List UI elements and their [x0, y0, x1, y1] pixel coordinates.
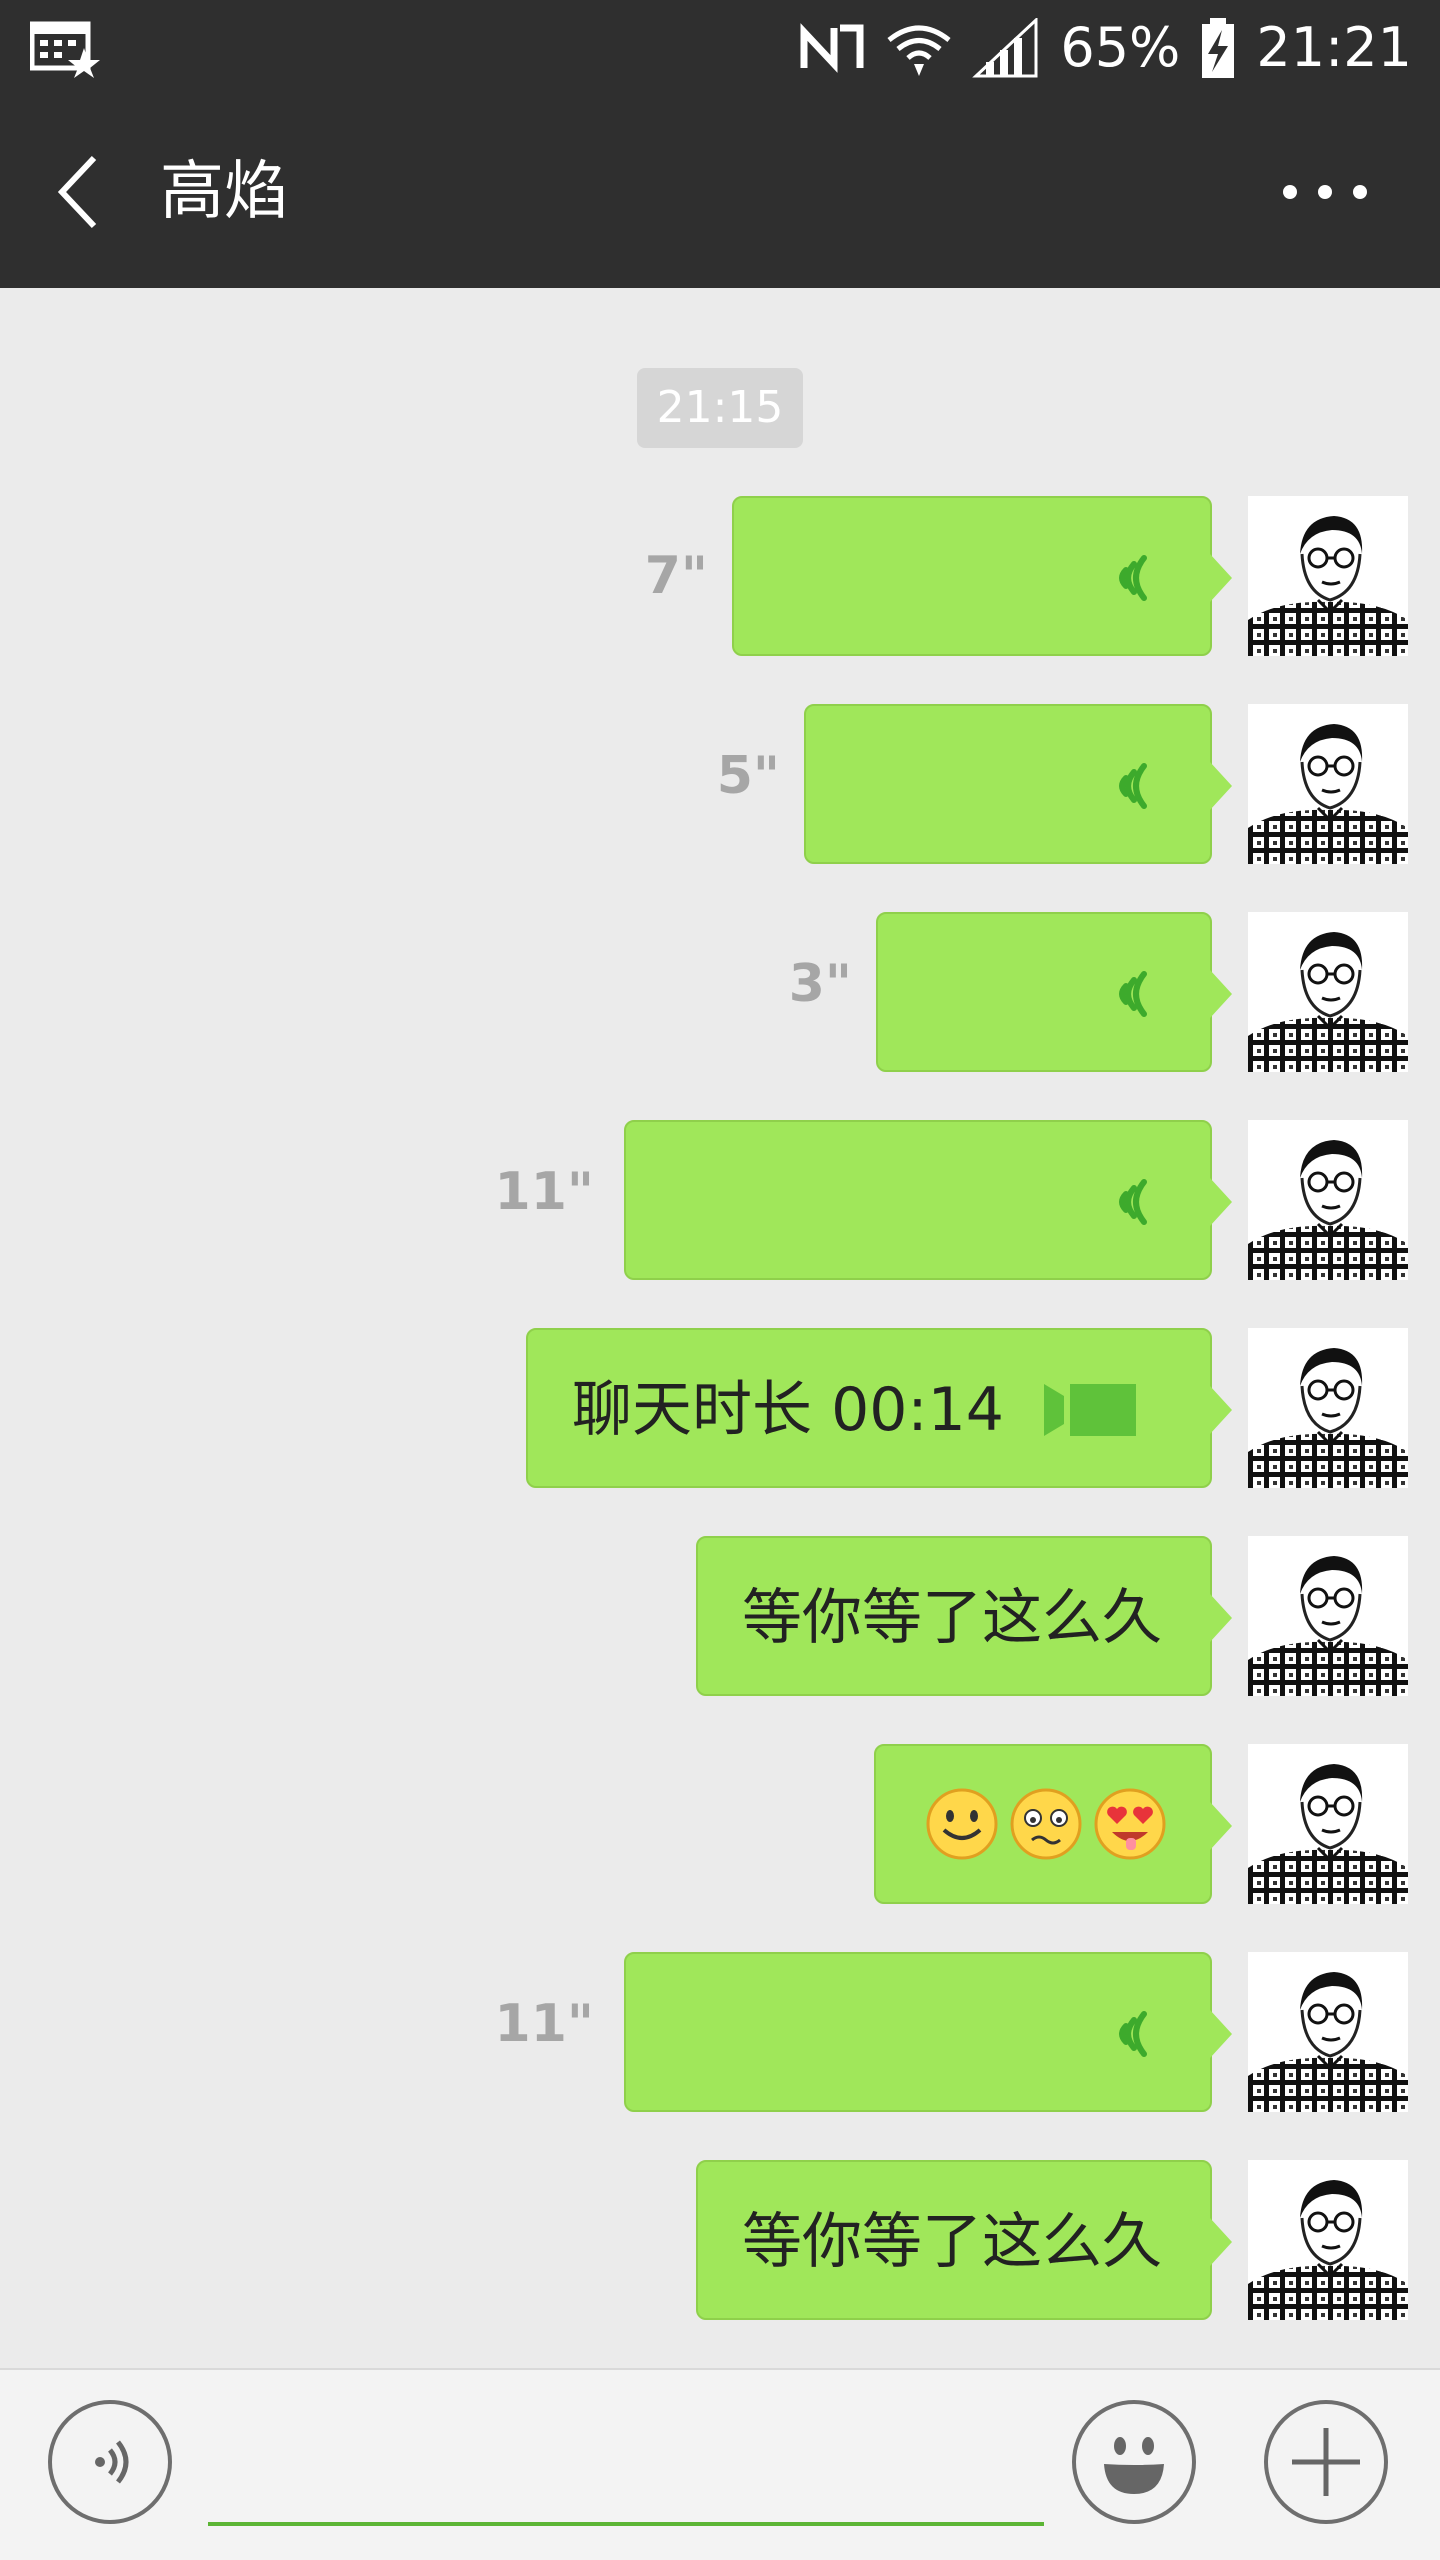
- chat-timestamp: 21:15: [637, 368, 803, 448]
- voice-message-bubble[interactable]: [624, 1952, 1232, 2112]
- status-bar: 65% 21:21: [0, 0, 1440, 96]
- status-icons: 65% 21:21: [796, 0, 1412, 96]
- signal-icon: [972, 18, 1038, 78]
- avatar[interactable]: [1248, 2160, 1408, 2320]
- avatar[interactable]: [1248, 496, 1408, 656]
- voice-duration: 3": [788, 954, 852, 1014]
- battery-charging-icon: [1202, 18, 1235, 78]
- avatar[interactable]: [1248, 1536, 1408, 1696]
- text-message-bubble[interactable]: 等你等了这么久: [696, 1536, 1232, 1696]
- call-duration-text: 聊天时长 00:14: [572, 1375, 1004, 1445]
- wifi-icon: [887, 25, 951, 76]
- avatar[interactable]: [1248, 1120, 1408, 1280]
- heart-eyes-emoji-icon: [1094, 1788, 1166, 1860]
- avatar[interactable]: [1248, 1952, 1408, 2112]
- emoji-icon: [1104, 2437, 1164, 2494]
- voice-message-bubble[interactable]: [804, 704, 1232, 864]
- video-call-icon: [1044, 1384, 1136, 1436]
- voice-message-bubble[interactable]: [732, 496, 1232, 656]
- battery-percent: 65%: [1060, 16, 1181, 79]
- voice-wave-icon: [1098, 756, 1158, 816]
- emoji-message-bubble[interactable]: [874, 1744, 1232, 1904]
- voice-toggle-button[interactable]: [48, 2400, 172, 2524]
- voice-wave-icon: [1098, 1172, 1158, 1232]
- voice-duration: 5": [716, 746, 780, 806]
- awkward-emoji-icon: [1010, 1788, 1082, 1860]
- voice-message-bubble[interactable]: [624, 1120, 1232, 1280]
- message-text: 等你等了这么久: [742, 1583, 1162, 1653]
- avatar[interactable]: [1248, 1744, 1408, 1904]
- avatar[interactable]: [1248, 1328, 1408, 1488]
- voice-duration: 11": [494, 1994, 594, 2054]
- text-message-bubble[interactable]: 等你等了这么久: [696, 2160, 1232, 2320]
- nfc-icon: [800, 23, 864, 73]
- back-chevron-icon[interactable]: [50, 148, 110, 236]
- video-call-bubble[interactable]: 聊天时长 00:14: [526, 1328, 1232, 1488]
- voice-wave-icon: [1098, 2004, 1158, 2064]
- avatar[interactable]: [1248, 912, 1408, 1072]
- status-time: 21:21: [1256, 16, 1412, 79]
- message-text: 等你等了这么久: [742, 2207, 1162, 2277]
- smile-emoji-icon: [926, 1788, 998, 1860]
- avatar[interactable]: [1248, 704, 1408, 864]
- voice-wave-icon: [1098, 548, 1158, 608]
- voice-toggle-icon: [95, 2440, 129, 2484]
- chat-header: 高焰: [0, 96, 1440, 288]
- plus-button[interactable]: [1264, 2400, 1388, 2524]
- voice-duration: 7": [644, 546, 708, 606]
- message-input[interactable]: [208, 2440, 1044, 2526]
- voice-duration: 11": [494, 1162, 594, 1222]
- calendar-star-icon: [30, 21, 100, 78]
- voice-wave-icon: [1098, 964, 1158, 1024]
- more-dots-icon[interactable]: [1270, 172, 1380, 212]
- emoji-button[interactable]: [1072, 2400, 1196, 2524]
- plus-icon: [1292, 2428, 1360, 2496]
- chat-title: 高焰: [160, 155, 288, 229]
- voice-message-bubble[interactable]: [876, 912, 1232, 1072]
